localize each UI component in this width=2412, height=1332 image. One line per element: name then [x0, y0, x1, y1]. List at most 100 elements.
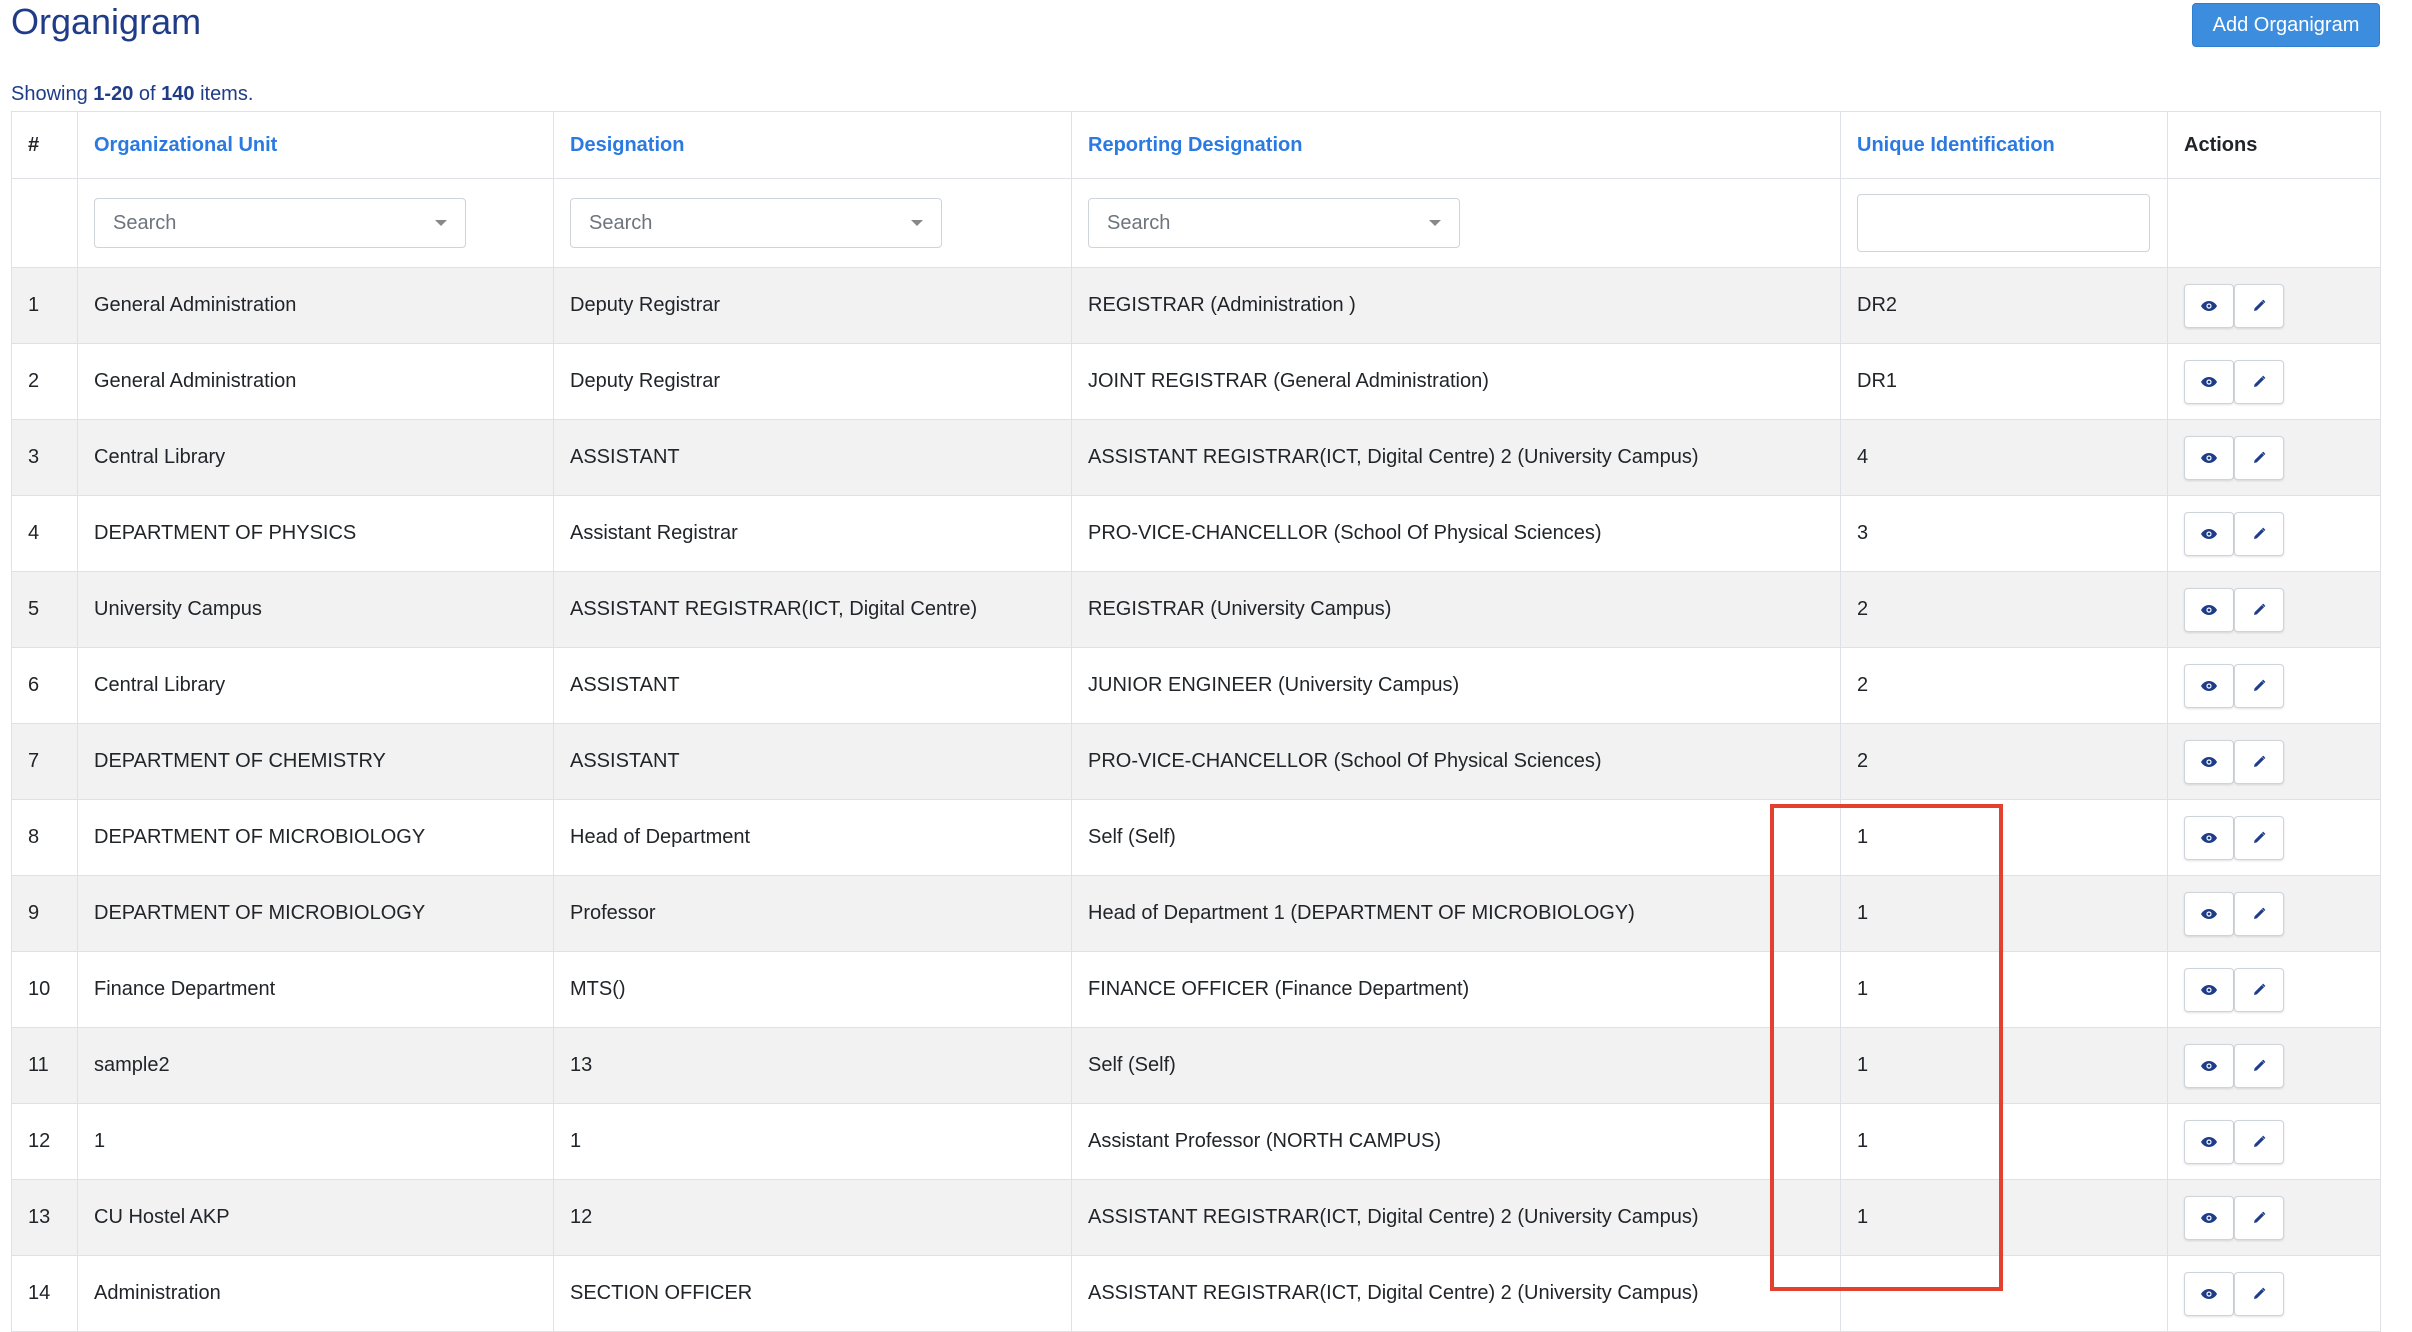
reporting-filter-select[interactable]: Search — [1088, 198, 1460, 248]
actions-cell — [2167, 799, 2381, 876]
view-button[interactable] — [2184, 967, 2234, 1012]
table-row: 2 General Administration Deputy Registrar J… — [11, 343, 2381, 420]
actions-cell — [2167, 419, 2381, 496]
actions-cell — [2167, 1179, 2381, 1256]
org-unit-cell: General Administration — [77, 267, 554, 344]
eye-icon — [2200, 300, 2218, 312]
row-number-cell: 14 — [11, 1255, 78, 1332]
edit-button[interactable] — [2234, 1195, 2284, 1240]
edit-button[interactable] — [2234, 359, 2284, 404]
column-header-org-unit[interactable]: Organizational Unit — [77, 111, 554, 179]
actions-cell — [2167, 647, 2381, 724]
pencil-icon — [2252, 983, 2266, 997]
table-row: 14 Administration SECTION OFFICER ASSISTANT… — [11, 1255, 2381, 1332]
designation-cell: ASSISTANT — [553, 647, 1072, 724]
view-button[interactable] — [2184, 1195, 2234, 1240]
designation-cell: 1 — [553, 1103, 1072, 1180]
view-button[interactable] — [2184, 1119, 2234, 1164]
unique-id-filter-input[interactable] — [1857, 194, 2150, 252]
view-button[interactable] — [2184, 435, 2234, 480]
row-number-cell: 12 — [11, 1103, 78, 1180]
actions-cell — [2167, 1103, 2381, 1180]
column-header-unique-id[interactable]: Unique Identification — [1840, 111, 2168, 179]
view-button[interactable] — [2184, 663, 2234, 708]
sort-designation-link[interactable]: Designation — [570, 134, 684, 156]
designation-cell: Deputy Registrar — [553, 267, 1072, 344]
actions-cell — [2167, 875, 2381, 952]
edit-button[interactable] — [2234, 967, 2284, 1012]
actions-cell — [2167, 343, 2381, 420]
unique-id-cell: 3 — [1840, 495, 2168, 572]
pencil-icon — [2252, 1211, 2266, 1225]
organigram-table: # Organizational Unit Designation Report… — [11, 111, 2381, 1332]
summary-total: 140 — [161, 83, 195, 105]
designation-filter-select[interactable]: Search — [570, 198, 942, 248]
org-unit-filter-select[interactable]: Search — [94, 198, 466, 248]
org-unit-cell: sample2 — [77, 1027, 554, 1104]
designation-cell: Head of Department — [553, 799, 1072, 876]
summary-text: Showing 1-20 of 140 items. — [11, 83, 253, 106]
unique-id-cell: DR2 — [1840, 267, 2168, 344]
table-row: 9 DEPARTMENT OF MICROBIOLOGY Professor Head… — [11, 875, 2381, 952]
edit-button[interactable] — [2234, 1119, 2284, 1164]
view-button[interactable] — [2184, 739, 2234, 784]
pencil-icon — [2252, 527, 2266, 541]
edit-button[interactable] — [2234, 1043, 2284, 1088]
unique-id-cell: 1 — [1840, 1103, 2168, 1180]
row-number-cell: 13 — [11, 1179, 78, 1256]
view-button[interactable] — [2184, 1043, 2234, 1088]
view-button[interactable] — [2184, 815, 2234, 860]
table-row: 8 DEPARTMENT OF MICROBIOLOGY Head of Depar… — [11, 799, 2381, 876]
add-organigram-button[interactable]: Add Organigram — [2192, 3, 2380, 47]
pencil-icon — [2252, 755, 2266, 769]
pencil-icon — [2252, 1059, 2266, 1073]
table-row: 11 sample2 13 Self (Self) 1 — [11, 1027, 2381, 1104]
edit-button[interactable] — [2234, 283, 2284, 328]
edit-button[interactable] — [2234, 435, 2284, 480]
pencil-icon — [2252, 451, 2266, 465]
row-number-cell: 9 — [11, 875, 78, 952]
summary-of: of — [138, 83, 156, 105]
table-row: 13 CU Hostel AKP 12 ASSISTANT REGISTRAR(ICT… — [11, 1179, 2381, 1256]
unique-id-cell: 4 — [1840, 419, 2168, 496]
unique-id-cell — [1840, 1255, 2168, 1332]
view-button[interactable] — [2184, 587, 2234, 632]
table-row: 12 1 1 Assistant Professor (NORTH CAMPUS) 1 — [11, 1103, 2381, 1180]
edit-button[interactable] — [2234, 587, 2284, 632]
view-button[interactable] — [2184, 359, 2234, 404]
unique-id-cell: 1 — [1840, 1179, 2168, 1256]
sort-unique-id-link[interactable]: Unique Identification — [1857, 134, 2055, 156]
reporting-designation-cell: REGISTRAR (Administration ) — [1071, 267, 1841, 344]
column-header-designation[interactable]: Designation — [553, 111, 1072, 179]
org-unit-cell: Central Library — [77, 419, 554, 496]
pencil-icon — [2252, 831, 2266, 845]
edit-button[interactable] — [2234, 815, 2284, 860]
designation-cell: MTS() — [553, 951, 1072, 1028]
sort-reporting-link[interactable]: Reporting Designation — [1088, 134, 1302, 156]
unique-id-cell: 1 — [1840, 875, 2168, 952]
row-number-cell: 3 — [11, 419, 78, 496]
edit-button[interactable] — [2234, 739, 2284, 784]
view-button[interactable] — [2184, 511, 2234, 556]
edit-button[interactable] — [2234, 1271, 2284, 1316]
eye-icon — [2200, 452, 2218, 464]
org-unit-cell: Finance Department — [77, 951, 554, 1028]
sort-org-unit-link[interactable]: Organizational Unit — [94, 134, 277, 156]
view-button[interactable] — [2184, 1271, 2234, 1316]
edit-button[interactable] — [2234, 511, 2284, 556]
view-button[interactable] — [2184, 891, 2234, 936]
edit-button[interactable] — [2234, 663, 2284, 708]
actions-cell — [2167, 1255, 2381, 1332]
actions-cell — [2167, 951, 2381, 1028]
view-button[interactable] — [2184, 283, 2234, 328]
column-header-reporting[interactable]: Reporting Designation — [1071, 111, 1841, 179]
unique-id-cell: 2 — [1840, 723, 2168, 800]
reporting-designation-cell: ASSISTANT REGISTRAR(ICT, Digital Centre)… — [1071, 1179, 1841, 1256]
filter-cell-org-unit: Search — [77, 178, 554, 268]
org-unit-cell: CU Hostel AKP — [77, 1179, 554, 1256]
edit-button[interactable] — [2234, 891, 2284, 936]
chevron-down-icon — [435, 220, 447, 226]
table-row: 3 Central Library ASSISTANT ASSISTANT REGIS… — [11, 419, 2381, 496]
filter-cell-unique-id — [1840, 178, 2168, 268]
reporting-designation-cell: JOINT REGISTRAR (General Administration) — [1071, 343, 1841, 420]
